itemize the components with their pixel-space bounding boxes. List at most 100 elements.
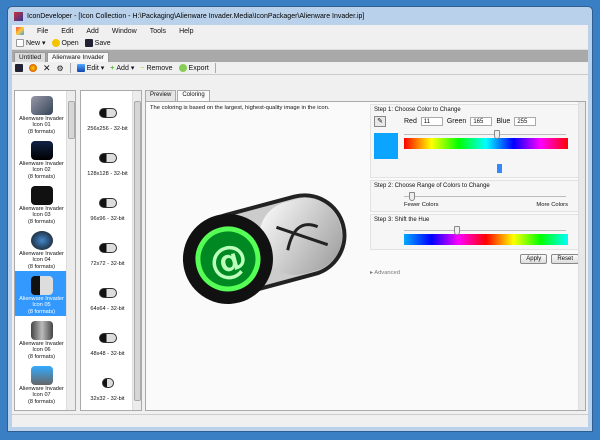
tab-alienware-invader[interactable]: Alienware Invader	[47, 52, 110, 62]
edit-button[interactable]: Edit ▾	[76, 64, 104, 72]
icon-list-scrollbar[interactable]	[66, 91, 75, 410]
save-icon	[84, 39, 93, 47]
icon-list-item[interactable]: Alienware Invader Icon 02 (8 formats)	[15, 136, 68, 181]
step1-label: Step 1: Choose Color to Change	[374, 107, 461, 113]
main-toolbar: New ▾ Open Save	[12, 37, 588, 50]
save-icon[interactable]	[15, 64, 23, 72]
icon-list-item[interactable]: Alienware Invader Icon 01 (8 formats)	[15, 91, 68, 136]
icon-thumbnail	[30, 275, 53, 295]
open-label: Open	[61, 39, 79, 47]
icon-name: Alienware Invader Icon 03	[19, 205, 64, 219]
icon-thumbnail	[30, 185, 53, 205]
format-list-scrollbar[interactable]	[132, 91, 141, 410]
reset-button[interactable]: Reset	[551, 254, 579, 264]
status-bar	[12, 414, 588, 427]
step3-label: Step 3: Shift the Hue	[374, 217, 430, 223]
menu-window[interactable]: Window	[112, 28, 137, 35]
scroll-thumb[interactable]	[68, 101, 75, 139]
format-item[interactable]: 256x256 - 32-bit	[81, 91, 134, 136]
slider-knob[interactable]	[453, 226, 460, 235]
icon-list-item[interactable]: Alienware Invader Icon 06 (8 formats)	[15, 316, 68, 361]
save-button[interactable]: Save	[84, 39, 111, 47]
hue-select-slider[interactable]	[404, 130, 566, 139]
separator	[214, 63, 216, 73]
app-icon	[14, 11, 23, 21]
fewer-colors-label: Fewer Colors	[404, 202, 439, 208]
document-tabs: Untitled Alienware Invader	[12, 50, 588, 62]
apply-button[interactable]: Apply	[520, 254, 548, 264]
slider-knob[interactable]	[494, 130, 501, 139]
format-label: 128x128 - 32-bit	[87, 171, 128, 177]
icon-formats: (8 formats)	[27, 173, 56, 180]
red-input[interactable]: 11	[420, 117, 443, 126]
icon-formats: (8 formats)	[27, 308, 56, 315]
advanced-expander[interactable]: ▸ Advanced	[370, 270, 582, 276]
panel-scrollbar[interactable]	[578, 102, 585, 410]
icon-name: Alienware Invader Icon 06	[19, 340, 64, 354]
green-label: Green	[446, 118, 467, 125]
format-item[interactable]: 96x96 - 32-bit	[81, 181, 134, 226]
icon-formats: (8 formats)	[27, 398, 56, 405]
icon-list-item[interactable]: Alienware Invader Icon 07 (8 formats)	[15, 361, 68, 406]
title-bar: IconDeveloper - [Icon Collection - H:\Pa…	[8, 7, 592, 25]
color-spectrum[interactable]	[404, 138, 568, 149]
export-label: Export	[188, 64, 209, 72]
menu-add[interactable]: Add	[86, 28, 98, 35]
hue-shift-slider[interactable]	[404, 226, 566, 235]
shifted-spectrum	[404, 234, 568, 245]
icon-thumbnail	[30, 140, 53, 160]
settings-icon[interactable]: ⚙	[57, 64, 64, 73]
format-item[interactable]: 72x72 - 32-bit	[81, 226, 134, 271]
export-button[interactable]: Export	[178, 64, 209, 72]
slider-knob[interactable]	[408, 192, 415, 201]
minus-icon: −	[140, 64, 145, 72]
menu-help[interactable]: Help	[179, 28, 193, 35]
format-item[interactable]: 64x64 - 32-bit	[81, 271, 134, 316]
format-label: 64x64 - 32-bit	[90, 306, 125, 312]
scroll-thumb[interactable]	[134, 101, 141, 401]
tab-untitled[interactable]: Untitled	[14, 52, 47, 62]
tab-coloring[interactable]: Coloring	[177, 90, 210, 101]
window-title: IconDeveloper - [Icon Collection - H:\Pa…	[27, 12, 365, 20]
green-input[interactable]: 165	[470, 117, 493, 126]
step3-group: Step 3: Shift the Hue	[370, 214, 582, 250]
app-menu-icon[interactable]	[16, 27, 24, 35]
open-button[interactable]: Open	[51, 39, 79, 47]
collection-toolbar: ✕ ⚙ Edit ▾ + Add ▾ − Remove Export	[12, 62, 588, 75]
format-thumbnail	[98, 333, 117, 343]
icon-list-item[interactable]: Alienware Invader Icon 04 (8 formats)	[15, 226, 68, 271]
close-icon[interactable]: ✕	[43, 63, 51, 74]
add-button[interactable]: + Add ▾	[110, 64, 134, 73]
blue-input[interactable]: 255	[514, 117, 537, 126]
format-item[interactable]: 128x128 - 32-bit	[81, 136, 134, 181]
edit-icon	[76, 64, 85, 72]
icon-thumbnail	[30, 230, 53, 250]
format-item[interactable]: 48x48 - 32-bit	[81, 316, 134, 361]
format-label: 256x256 - 32-bit	[87, 126, 128, 132]
blue-label: Blue	[496, 118, 511, 125]
advanced-label: Advanced	[374, 270, 400, 276]
remove-button[interactable]: − Remove	[140, 65, 172, 72]
icon-thumbnail	[30, 365, 53, 385]
color-range-slider[interactable]	[404, 192, 566, 201]
menu-file[interactable]: File	[37, 28, 48, 35]
menu-edit[interactable]: Edit	[61, 28, 73, 35]
icon-list-item-selected[interactable]: Alienware Invader Icon 05 (8 formats)	[15, 271, 68, 316]
icon-list-item[interactable]: Alienware Invader Icon 03 (8 formats)	[15, 181, 68, 226]
eyedropper-button[interactable]: ✎	[374, 116, 386, 127]
format-item[interactable]: 32x32 - 32-bit	[81, 361, 134, 406]
red-label: Red	[404, 118, 417, 125]
icon-name: Alienware Invader Icon 07	[19, 385, 64, 399]
step1-group: Step 1: Choose Color to Change ✎ Red 11 …	[370, 104, 582, 178]
icon-name: Alienware Invader Icon 04	[19, 250, 64, 264]
edit-label: Edit	[86, 64, 99, 72]
icon-preview: @	[182, 193, 347, 304]
icon-name: Alienware Invader Icon 02	[19, 160, 64, 174]
new-button[interactable]: New ▾	[16, 39, 46, 47]
menu-tools[interactable]: Tools	[150, 28, 166, 35]
format-thumbnail	[98, 108, 117, 118]
separator	[69, 63, 71, 73]
hue-marker	[497, 164, 503, 173]
tab-preview[interactable]: Preview	[145, 90, 177, 101]
properties-icon[interactable]	[29, 64, 37, 72]
